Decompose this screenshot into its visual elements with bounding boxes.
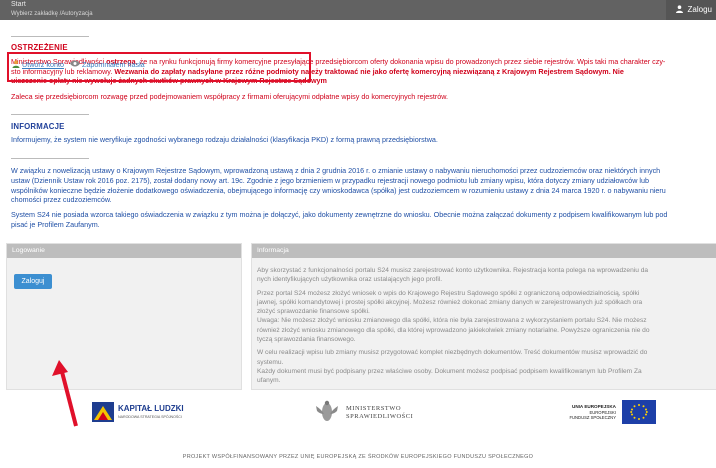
- ministerstwo-line2: SPRAWIEDLIWOŚCI: [346, 413, 414, 420]
- divider: [11, 158, 89, 159]
- login-panel-header: Logowanie: [7, 244, 241, 258]
- text-line: ustaw (Dziennik Ustaw rok 2016 poz. 2175…: [11, 175, 649, 185]
- text-line: W związku z nowelizacją ustawy o Krajowy…: [11, 166, 661, 175]
- text-line: złożyć sprawozdanie finansowe spółki.: [257, 308, 370, 316]
- breadcrumb-sub[interactable]: Wybierz zakładkę /Autoryzacja: [11, 11, 93, 17]
- info-section: INFORMACJE Informujemy, że system nie we…: [11, 122, 715, 145]
- user-label: Zalogu: [687, 5, 712, 14]
- top-bar: Start Wybierz zakładkę /Autoryzacja Zalo…: [0, 0, 716, 20]
- footer-project-text: PROJEKT WSPÓŁFINANSOWANY PRZEZ UNIĘ EURO…: [182, 454, 534, 460]
- information-panel-header: Informacja: [252, 244, 716, 258]
- text-line: Aby skorzystać z funkcjonalności portalu…: [257, 267, 649, 274]
- create-account-link[interactable]: Utwórz konto: [22, 60, 64, 69]
- login-button[interactable]: Zaloguj: [14, 274, 52, 289]
- breadcrumb-start[interactable]: Start: [11, 1, 26, 8]
- text-line: tyczą sprawozdania finansowego.: [257, 336, 356, 344]
- account-links: Utwórz konto Zapomniałem hasła: [12, 60, 145, 69]
- forgot-password-link[interactable]: Zapomniałem hasła: [82, 60, 145, 69]
- information-text: Aby skorzystać z funkcjonalności portalu…: [257, 266, 715, 390]
- user-icon: [676, 5, 684, 13]
- text-line: wspólników konieczne będzie złożenie dod…: [11, 185, 666, 195]
- kapital-ludzki-sub: NARODOWA STRATEGIA SPÓJNOŚCI: [118, 415, 182, 419]
- text-line: również złożyć wniosku zmianowego dla sp…: [257, 326, 650, 334]
- kapital-ludzki-icon: [92, 402, 114, 422]
- eu-line1: UNIA EUROPEJSKA: [572, 404, 616, 409]
- user-add-icon: [12, 60, 20, 68]
- info-pkd-text: Informujemy, że system nie weryfikuje zg…: [11, 134, 438, 144]
- divider: [11, 114, 89, 115]
- text-line: Uwaga: Nie możesz złożyć wniosku zmianow…: [257, 317, 647, 325]
- kapital-ludzki-title: KAPITAŁ LUDZKI: [118, 404, 184, 413]
- text-line: pisać je Profilem Zaufanym.: [11, 219, 100, 229]
- footer-logos: KAPITAŁ LUDZKI NARODOWA STRATEGIA SPÓJNO…: [0, 398, 716, 438]
- eu-line3: FUNDUSZ SPOŁECZNY: [569, 415, 616, 420]
- text-line: ufanym.: [257, 377, 281, 385]
- text-line: System S24 nie posiada wzorca takiego oś…: [11, 210, 668, 220]
- ministerstwo-line1: MINISTERSTWO: [346, 405, 402, 412]
- text-line: Przez portal S24 możesz złożyć wniosek o…: [257, 289, 640, 297]
- eagle-emblem-icon: [316, 400, 338, 421]
- text-line: nych identyfikujących użytkownika oraz u…: [257, 276, 443, 284]
- eu-flag-icon: [622, 400, 656, 424]
- login-panel: Logowanie Zaloguj: [6, 243, 242, 390]
- eye-icon: [69, 60, 80, 67]
- text-line: W celu realizacji wpisu lub zmiany musis…: [257, 349, 648, 357]
- info-amendment-text: W związku z nowelizacją ustawy o Krajowy…: [11, 166, 715, 230]
- text-line: chomości przez cudzoziemców.: [11, 195, 112, 205]
- divider: [11, 36, 89, 37]
- text-line: jawnej, spółki komandytowej i prostej sp…: [257, 298, 643, 306]
- text-line: Każdy dokument musi być podpisany przez …: [257, 367, 642, 375]
- user-menu[interactable]: Zalogu: [666, 0, 716, 20]
- text-line: systemu.: [257, 358, 284, 366]
- info-heading: INFORMACJE: [11, 122, 65, 131]
- warning-advice: Zaleca się przedsiębiorcom rozwagę przed…: [11, 92, 449, 102]
- information-panel: Informacja Aby skorzystać z funkcjonalno…: [251, 243, 716, 390]
